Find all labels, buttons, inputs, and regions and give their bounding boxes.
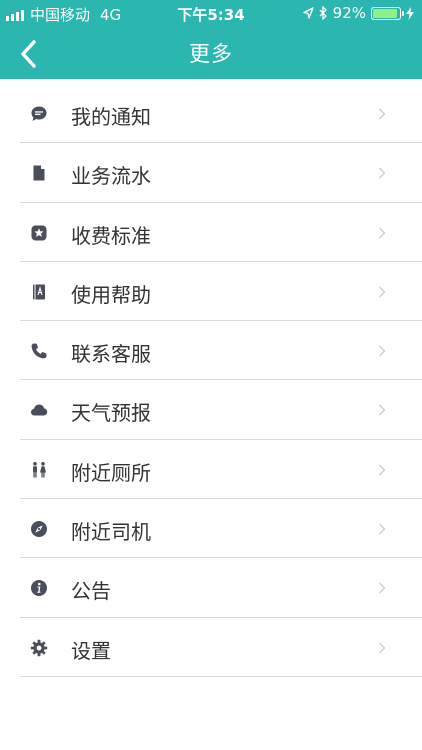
menu-item-label: 附近司机	[71, 520, 151, 545]
status-right: 92%	[302, 4, 414, 22]
location-arrow-icon	[302, 7, 314, 19]
chevron-right-icon	[379, 582, 386, 594]
cloud-icon	[31, 404, 48, 416]
charging-bolt-icon	[406, 6, 414, 20]
app-header: 中国移动 4G 下午5:34 92% 更多	[0, 0, 422, 79]
document-icon	[33, 165, 45, 181]
chevron-right-icon	[379, 464, 386, 476]
menu-item-notifications[interactable]: 我的通知	[0, 84, 422, 144]
restroom-icon	[33, 461, 46, 478]
menu-item-label: 使用帮助	[71, 282, 151, 307]
menu-item-label: 联系客服	[71, 342, 151, 367]
chevron-right-icon	[379, 642, 386, 654]
menu-item-help[interactable]: 使用帮助	[0, 262, 422, 322]
menu-item-label: 收费标准	[71, 223, 151, 248]
menu-item-customer-service[interactable]: 联系客服	[0, 321, 422, 381]
menu-item-announcements[interactable]: 公告	[0, 558, 422, 618]
menu-item-transactions[interactable]: 业务流水	[0, 143, 422, 203]
menu-item-weather[interactable]: 天气预报	[0, 380, 422, 440]
status-bar: 中国移动 4G 下午5:34 92%	[0, 0, 422, 28]
menu-item-nearby-drivers[interactable]: 附近司机	[0, 499, 422, 559]
bluetooth-icon	[319, 6, 327, 20]
menu-item-fee-standards[interactable]: 收费标准	[0, 203, 422, 262]
info-icon	[31, 580, 47, 597]
message-bubble-icon	[31, 106, 47, 121]
menu-item-nearby-restroom[interactable]: 附近厕所	[0, 440, 422, 500]
star-badge-icon	[31, 225, 47, 241]
chevron-right-icon	[379, 523, 386, 535]
chevron-right-icon	[379, 286, 386, 298]
menu-item-settings[interactable]: 设置	[0, 618, 422, 677]
more-menu-list: 我的通知 业务流水 收费标准 使用帮助 联系客服 天气预报 附近厕所 附近司机 …	[0, 84, 422, 677]
menu-item-label: 我的通知	[71, 105, 151, 129]
chevron-right-icon	[379, 227, 386, 239]
menu-item-label: 公告	[71, 579, 111, 604]
menu-item-label: 附近厕所	[71, 460, 151, 485]
page-title: 更多	[189, 42, 233, 66]
divider	[20, 675, 422, 677]
battery-icon	[371, 6, 404, 20]
menu-item-label: 业务流水	[71, 164, 151, 189]
compass-icon	[31, 521, 47, 538]
navigation-bar: 更多	[0, 28, 422, 79]
phone-icon	[31, 343, 47, 359]
chevron-right-icon	[379, 405, 386, 416]
chevron-right-icon	[379, 167, 386, 179]
menu-item-label: 设置	[71, 638, 111, 663]
chevron-right-icon	[379, 345, 386, 357]
gear-icon	[30, 639, 48, 656]
chevron-right-icon	[379, 108, 386, 120]
battery-percent: 92%	[332, 4, 366, 22]
menu-item-label: 天气预报	[71, 401, 151, 426]
help-book-icon	[33, 284, 45, 300]
